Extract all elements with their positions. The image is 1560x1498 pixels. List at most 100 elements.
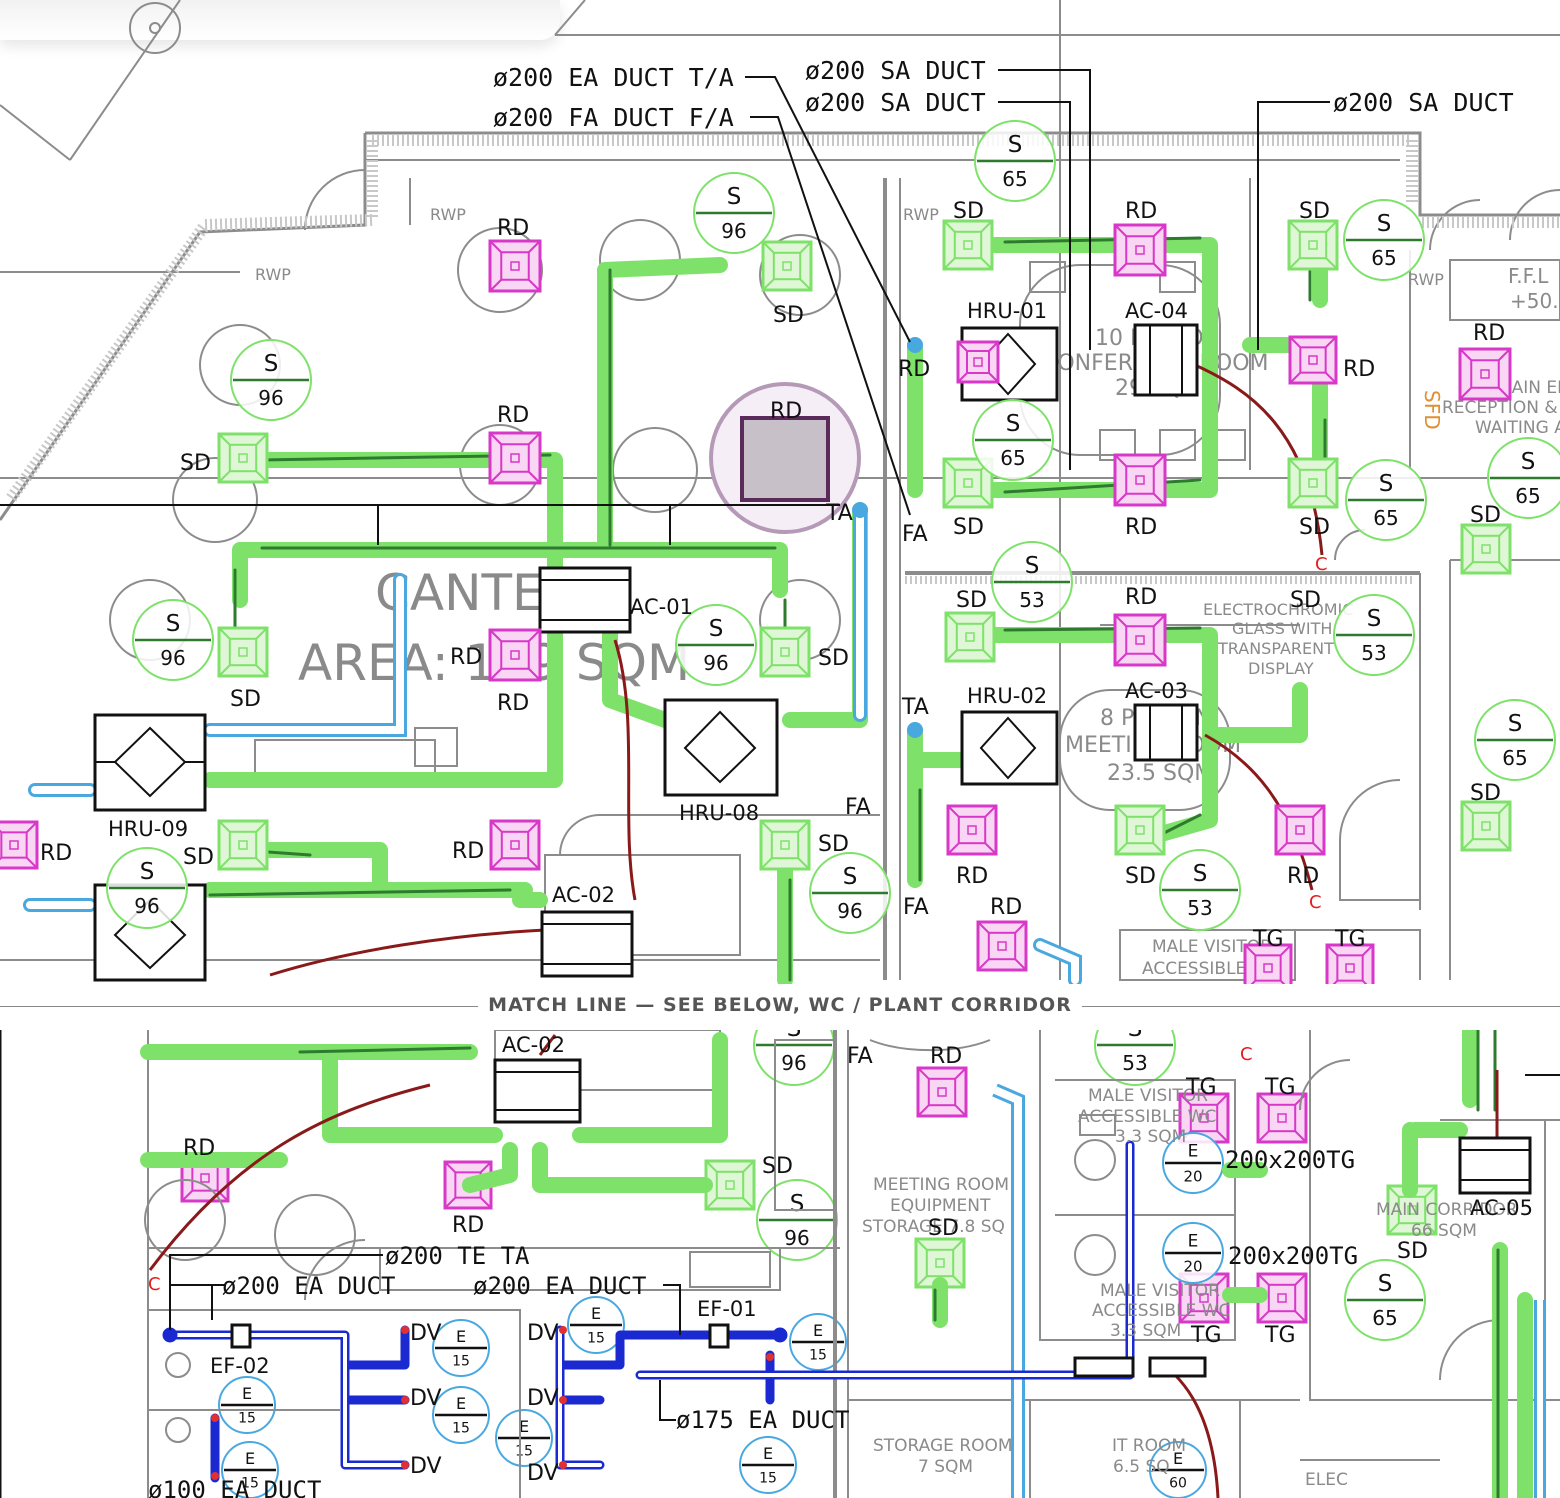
air-flow-bubble: S 53 bbox=[1333, 594, 1415, 676]
supply-diffuser bbox=[1287, 457, 1339, 509]
air-flow-bubble: S 65 bbox=[1474, 699, 1556, 781]
bubble-type: S bbox=[1379, 471, 1394, 497]
svg-text:TRANSPARENT: TRANSPARENT bbox=[1217, 639, 1334, 658]
svg-text:RD: RD bbox=[450, 645, 482, 670]
svg-text:RD: RD bbox=[930, 1044, 962, 1069]
bubble-type: S bbox=[140, 859, 155, 885]
svg-text:ø200 TE TA: ø200 TE TA bbox=[385, 1242, 530, 1270]
bubble-type: E bbox=[763, 1444, 773, 1463]
return-grille bbox=[1113, 453, 1167, 507]
svg-text:AC-03: AC-03 bbox=[1125, 679, 1188, 703]
bubble-type: S bbox=[790, 1191, 805, 1217]
air-flow-bubble: S 65 bbox=[1345, 459, 1427, 541]
supply-diffuser bbox=[217, 432, 269, 484]
bubble-value: 96 bbox=[134, 894, 159, 918]
bubble-type: S bbox=[1025, 553, 1040, 579]
bubble-type: E bbox=[456, 1394, 466, 1413]
bubble-value: 96 bbox=[160, 646, 185, 670]
air-flow-bubble: S 53 bbox=[991, 541, 1073, 623]
bubble-value: 96 bbox=[837, 899, 862, 923]
supply-diffuser bbox=[704, 1159, 756, 1211]
bubble-value: 96 bbox=[784, 1226, 809, 1250]
svg-text:3.3 SQM: 3.3 SQM bbox=[1115, 1127, 1186, 1147]
svg-text:66 SQM: 66 SQM bbox=[1411, 1221, 1477, 1241]
svg-text:TG: TG bbox=[1252, 927, 1284, 952]
svg-text:SD: SD bbox=[1470, 781, 1501, 806]
svg-text:RD: RD bbox=[898, 357, 930, 382]
supply-diffuser bbox=[217, 626, 269, 678]
svg-text:RD: RD bbox=[1343, 357, 1375, 382]
bubble-type: E bbox=[1188, 1141, 1199, 1161]
supply-diffuser bbox=[1287, 219, 1339, 271]
air-flow-bubble: S 65 bbox=[972, 399, 1054, 481]
room-name: 23.5 SQM bbox=[1107, 761, 1213, 786]
svg-text:200x200TG: 200x200TG bbox=[1225, 1146, 1355, 1174]
svg-text:SD: SD bbox=[1299, 515, 1330, 540]
return-grille bbox=[488, 239, 542, 293]
air-flow-bubble: E15 bbox=[495, 1409, 553, 1467]
air-flow-bubble: E15 bbox=[789, 1313, 847, 1371]
bubble-value: 96 bbox=[703, 651, 728, 675]
equipment-labels-bottom: AC-02 AC-05 EF-01 EF-02 bbox=[210, 1033, 1533, 1378]
bubble-value: 96 bbox=[781, 1051, 806, 1075]
air-flow-bubble: S 96 bbox=[106, 847, 188, 929]
svg-text:SD: SD bbox=[1299, 199, 1330, 224]
svg-text:ø200 EA DUCT: ø200 EA DUCT bbox=[222, 1272, 395, 1300]
bubble-value: 15 bbox=[759, 1470, 777, 1486]
svg-text:RD: RD bbox=[183, 1136, 215, 1161]
svg-text:HRU-01: HRU-01 bbox=[967, 299, 1047, 323]
svg-text:SD: SD bbox=[773, 303, 804, 328]
svg-text:TG: TG bbox=[1264, 1075, 1296, 1100]
return-grille bbox=[956, 340, 1000, 384]
bubble-value: 15 bbox=[809, 1347, 827, 1363]
hru-unit bbox=[93, 713, 207, 812]
bubble-type: S bbox=[1193, 861, 1208, 887]
svg-text:SFD: SFD bbox=[1420, 390, 1444, 430]
bubble-value: 15 bbox=[587, 1330, 605, 1346]
air-flow-bubble: E15 bbox=[218, 1376, 276, 1434]
svg-text:SD: SD bbox=[956, 588, 987, 613]
return-grille bbox=[0, 820, 39, 870]
svg-text:AC-02: AC-02 bbox=[552, 883, 615, 907]
return-grille bbox=[916, 1066, 968, 1118]
svg-text:ø200 SA DUCT: ø200 SA DUCT bbox=[805, 88, 986, 117]
svg-text:200x200TG: 200x200TG bbox=[1228, 1242, 1358, 1270]
bubble-type: S bbox=[1521, 449, 1536, 475]
svg-text:RD: RD bbox=[1125, 515, 1157, 540]
supply-diffuser bbox=[1114, 804, 1166, 856]
bubble-value: 65 bbox=[1373, 506, 1398, 530]
match-line-label: MATCH LINE — SEE BELOW, WC / PLANT CORRI… bbox=[0, 994, 1560, 1016]
bubble-value: 65 bbox=[1000, 446, 1025, 470]
svg-text:RD: RD bbox=[40, 841, 72, 866]
bubble-value: 15 bbox=[452, 1420, 470, 1436]
svg-text:ø200 EA DUCT T/A: ø200 EA DUCT T/A bbox=[493, 63, 734, 92]
air-flow-bubble: S 96 bbox=[809, 852, 891, 934]
supply-diffuser bbox=[1460, 523, 1512, 575]
svg-text:RD: RD bbox=[770, 399, 802, 424]
svg-text:HRU-02: HRU-02 bbox=[967, 684, 1047, 708]
bubble-type: E bbox=[245, 1449, 255, 1468]
svg-text:SD: SD bbox=[230, 687, 261, 712]
svg-text:DV: DV bbox=[410, 1386, 442, 1411]
bubble-value: 15 bbox=[238, 1410, 256, 1426]
supply-diffuser bbox=[944, 611, 996, 663]
bubble-type: S bbox=[727, 184, 742, 210]
ac-unit bbox=[540, 910, 634, 978]
svg-text:TG: TG bbox=[1190, 1323, 1222, 1348]
svg-text:AC-02: AC-02 bbox=[502, 1033, 565, 1057]
bubble-value: 96 bbox=[258, 386, 283, 410]
svg-text:SD: SD bbox=[180, 451, 211, 476]
bubble-type: S bbox=[1377, 211, 1392, 237]
svg-text:TG: TG bbox=[1185, 1075, 1217, 1100]
return-grille bbox=[1256, 1092, 1308, 1144]
svg-text:ACCESSIBLE WC: ACCESSIBLE WC bbox=[1078, 1107, 1216, 1127]
bubble-value: 20 bbox=[1183, 1258, 1202, 1276]
svg-text:ø100 EA DUCT: ø100 EA DUCT bbox=[148, 1476, 321, 1498]
svg-text:SD: SD bbox=[1125, 864, 1156, 889]
svg-text:SD: SD bbox=[1470, 503, 1501, 528]
svg-text:RD: RD bbox=[956, 864, 988, 889]
bubble-value: 60 bbox=[1169, 1475, 1187, 1491]
svg-text:RD: RD bbox=[497, 691, 529, 716]
bubble-value: 53 bbox=[1122, 1051, 1147, 1075]
svg-text:RD: RD bbox=[1125, 199, 1157, 224]
